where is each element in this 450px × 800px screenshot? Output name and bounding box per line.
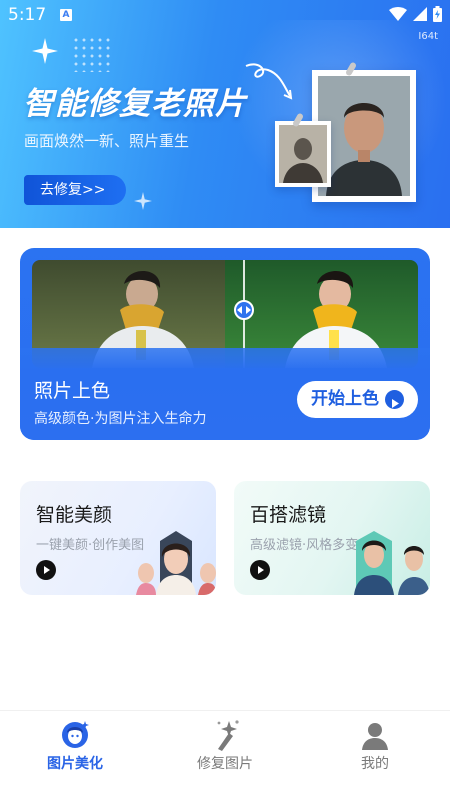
start-colorize-label: 开始上色 — [311, 389, 379, 409]
nav-label-profile: 我的 — [361, 756, 389, 772]
status-icons — [389, 6, 442, 22]
bottom-navigation: 图片美化 修复图片 我的 — [0, 710, 450, 800]
wifi-icon — [389, 7, 407, 21]
signal-icon — [413, 7, 427, 21]
colorize-title: 照片上色 — [34, 380, 111, 402]
user-icon — [362, 723, 388, 750]
nav-item-restore[interactable]: 修复图片 — [150, 711, 300, 800]
app-screen: I64t 智能修复老照片 画面焕然一新、照片重生 去修复>> 5:17 A 照片… — [0, 0, 450, 800]
sparkle-icon — [32, 38, 58, 64]
feature-title: 百搭滤镜 — [250, 504, 327, 526]
status-time: 5:17 — [8, 5, 47, 25]
curved-arrow-icon — [245, 63, 293, 100]
nav-item-profile[interactable]: 我的 — [300, 711, 450, 800]
banner-subtitle: 画面焕然一新、照片重生 — [24, 132, 190, 150]
compare-slider-handle[interactable] — [234, 300, 254, 320]
nav-label-beautify: 图片美化 — [47, 756, 103, 772]
notification-badge-icon: A — [60, 9, 72, 21]
feature-card-beauty[interactable]: 智能美颜 一键美颜·创作美图 — [20, 481, 216, 595]
magic-wand-icon — [217, 720, 239, 751]
old-photo — [275, 112, 331, 187]
filter-portraits-image — [354, 531, 430, 595]
go-restore-button[interactable]: 去修复>> — [24, 175, 126, 205]
play-icon[interactable] — [250, 560, 270, 580]
start-colorize-button[interactable]: 开始上色 — [297, 381, 418, 418]
colorize-subtitle: 高级颜色·为图片注入生命力 — [34, 411, 207, 427]
colorize-card[interactable]: 照片上色 高级颜色·为图片注入生命力 开始上色 — [20, 248, 430, 440]
banner-tag: I64t — [418, 31, 438, 42]
restore-banner[interactable]: I64t 智能修复老照片 画面焕然一新、照片重生 去修复>> — [0, 0, 450, 228]
beauty-portraits-image — [136, 531, 216, 595]
battery-icon — [433, 6, 442, 22]
sparkle-icon-small — [134, 192, 152, 210]
feature-subtitle: 高级滤镜·风格多变 — [250, 538, 359, 553]
arrows-left-right-icon — [237, 306, 251, 314]
feature-title: 智能美颜 — [36, 504, 113, 526]
portrait-beautify-icon — [62, 721, 89, 748]
play-icon — [385, 390, 404, 409]
status-bar: 5:17 A — [0, 0, 450, 30]
banner-title: 智能修复老照片 — [23, 86, 247, 122]
nav-label-restore: 修复图片 — [197, 756, 253, 772]
nav-item-beautify[interactable]: 图片美化 — [0, 711, 150, 800]
banner-dot-pattern — [72, 36, 112, 72]
portrait-color-image — [318, 76, 410, 196]
feature-card-filter[interactable]: 百搭滤镜 高级滤镜·风格多变 — [234, 481, 430, 595]
play-icon[interactable] — [36, 560, 56, 580]
feature-subtitle: 一键美颜·创作美图 — [36, 538, 145, 553]
portrait-bw-image — [279, 125, 327, 183]
